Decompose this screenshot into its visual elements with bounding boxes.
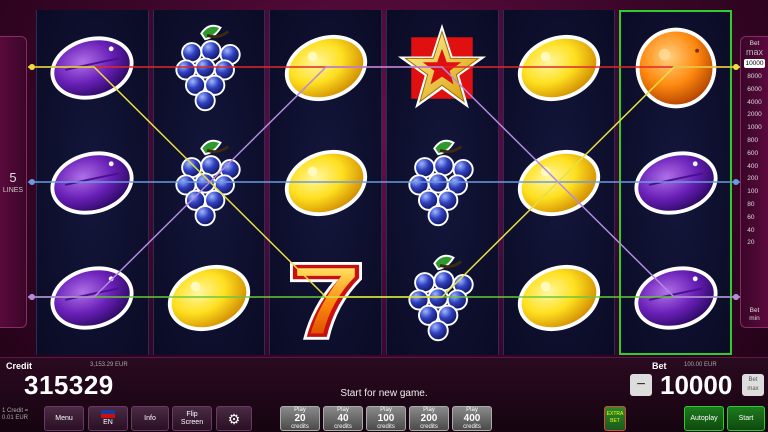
- status-message: Start for new game.: [340, 388, 428, 399]
- bet-level-item[interactable]: 4000: [747, 97, 761, 110]
- play-200-credits-button[interactable]: Play 200 credits: [409, 406, 449, 431]
- bet-level-item[interactable]: 2000: [747, 109, 761, 122]
- lines-count: 5: [9, 170, 17, 185]
- plum-symbol: [620, 125, 731, 240]
- play-20-credits-button[interactable]: Play 20 credits: [280, 406, 320, 431]
- orange-symbol: [620, 10, 731, 125]
- seven-symbol: [270, 240, 381, 355]
- bet-level-item[interactable]: 80: [747, 199, 761, 212]
- payline-marker: [29, 64, 35, 70]
- reel-3: [269, 10, 383, 355]
- bet-max-button[interactable]: Bet max: [742, 374, 764, 396]
- lemon-symbol: [270, 125, 381, 240]
- payline-marker: [29, 294, 35, 300]
- lines-label: LINES: [2, 187, 24, 194]
- bet-level-item[interactable]: 20: [747, 237, 761, 250]
- lemon-symbol: [504, 240, 615, 355]
- payline-marker: [733, 64, 739, 70]
- lemon-symbol: [504, 10, 615, 125]
- extra-bet-button[interactable]: EXTRA BET: [604, 406, 626, 431]
- bet-level-item[interactable]: 100: [747, 186, 761, 199]
- payline-marker: [733, 64, 739, 70]
- payline-marker: [29, 294, 35, 300]
- grapes-symbol: [387, 240, 498, 355]
- lines-selector[interactable]: 5 LINES: [0, 36, 27, 328]
- flag-icon: [101, 410, 115, 418]
- bet-level-item[interactable]: 200: [747, 173, 761, 186]
- bet-value: 10000: [660, 370, 733, 400]
- bet-level-item[interactable]: 600: [747, 148, 761, 161]
- reel-2: [152, 10, 266, 355]
- bet-level-panel[interactable]: Bet max 10000 8000 6000 4000 2000 1000 800 600…: [740, 36, 768, 328]
- grapes-symbol: [154, 125, 265, 240]
- bet-eur: 100.00 EUR: [684, 362, 717, 368]
- grapes-symbol: [387, 125, 498, 240]
- reel-6: [619, 10, 733, 355]
- play-40-credits-button[interactable]: Play 40 credits: [323, 406, 363, 431]
- payline-marker: [733, 294, 739, 300]
- settings-button[interactable]: ⚙: [216, 406, 252, 431]
- payline-marker: [29, 179, 35, 185]
- language-button[interactable]: EN: [88, 406, 128, 431]
- denomination: 1 Credit = 0.01 EUR: [2, 408, 29, 421]
- reel-5: [502, 10, 616, 355]
- bet-level-item[interactable]: 800: [747, 135, 761, 148]
- plum-symbol: [37, 125, 148, 240]
- info-button[interactable]: Info: [131, 406, 169, 431]
- bet-level-item[interactable]: 400: [747, 161, 761, 174]
- payline-marker: [29, 64, 35, 70]
- payline-marker: [733, 179, 739, 185]
- lemon-symbol: [504, 125, 615, 240]
- plum-symbol: [37, 240, 148, 355]
- reel-4: [386, 10, 499, 355]
- lemon-symbol: [270, 10, 381, 125]
- bet-level-item[interactable]: 6000: [747, 84, 761, 97]
- reel-1: [36, 10, 149, 355]
- bet-level-item[interactable]: 40: [747, 225, 761, 238]
- reels: [36, 10, 733, 355]
- bet-level-selected[interactable]: 10000: [744, 59, 765, 68]
- start-button[interactable]: Start: [727, 406, 765, 431]
- bet-level-item[interactable]: 8000: [747, 71, 761, 84]
- bet-max-label: Bet max: [745, 40, 763, 57]
- star-symbol: [387, 10, 498, 125]
- control-bar: 1 Credit = 0.01 EUR Menu EN Info Flip Sc…: [0, 406, 768, 432]
- credit-eur: 3,153.29 EUR: [90, 362, 128, 368]
- gear-icon: ⚙: [227, 410, 241, 427]
- autoplay-button[interactable]: Autoplay: [684, 406, 724, 431]
- grapes-symbol: [154, 10, 265, 125]
- play-400-credits-button[interactable]: Play 400 credits: [452, 406, 492, 431]
- payline-marker: [733, 294, 739, 300]
- lemon-symbol: [154, 240, 265, 355]
- bet-level-item[interactable]: 60: [747, 212, 761, 225]
- plum-symbol: [37, 10, 148, 125]
- play-100-credits-button[interactable]: Play 100 credits: [366, 406, 406, 431]
- flip-screen-button[interactable]: Flip Screen: [172, 406, 212, 431]
- bet-decrease-button[interactable]: −: [630, 374, 652, 396]
- bet-level-item[interactable]: 1000: [747, 122, 761, 135]
- bet-min-label: Bet min: [749, 307, 760, 322]
- bet-level-list: 8000 6000 4000 2000 1000 800 600 400 200 100 80 60 4…: [747, 71, 761, 250]
- menu-button[interactable]: Menu: [44, 406, 84, 431]
- bottom-bar: Credit 3,153.29 EUR 315329 Start for new…: [0, 357, 768, 432]
- plum-symbol: [620, 240, 731, 355]
